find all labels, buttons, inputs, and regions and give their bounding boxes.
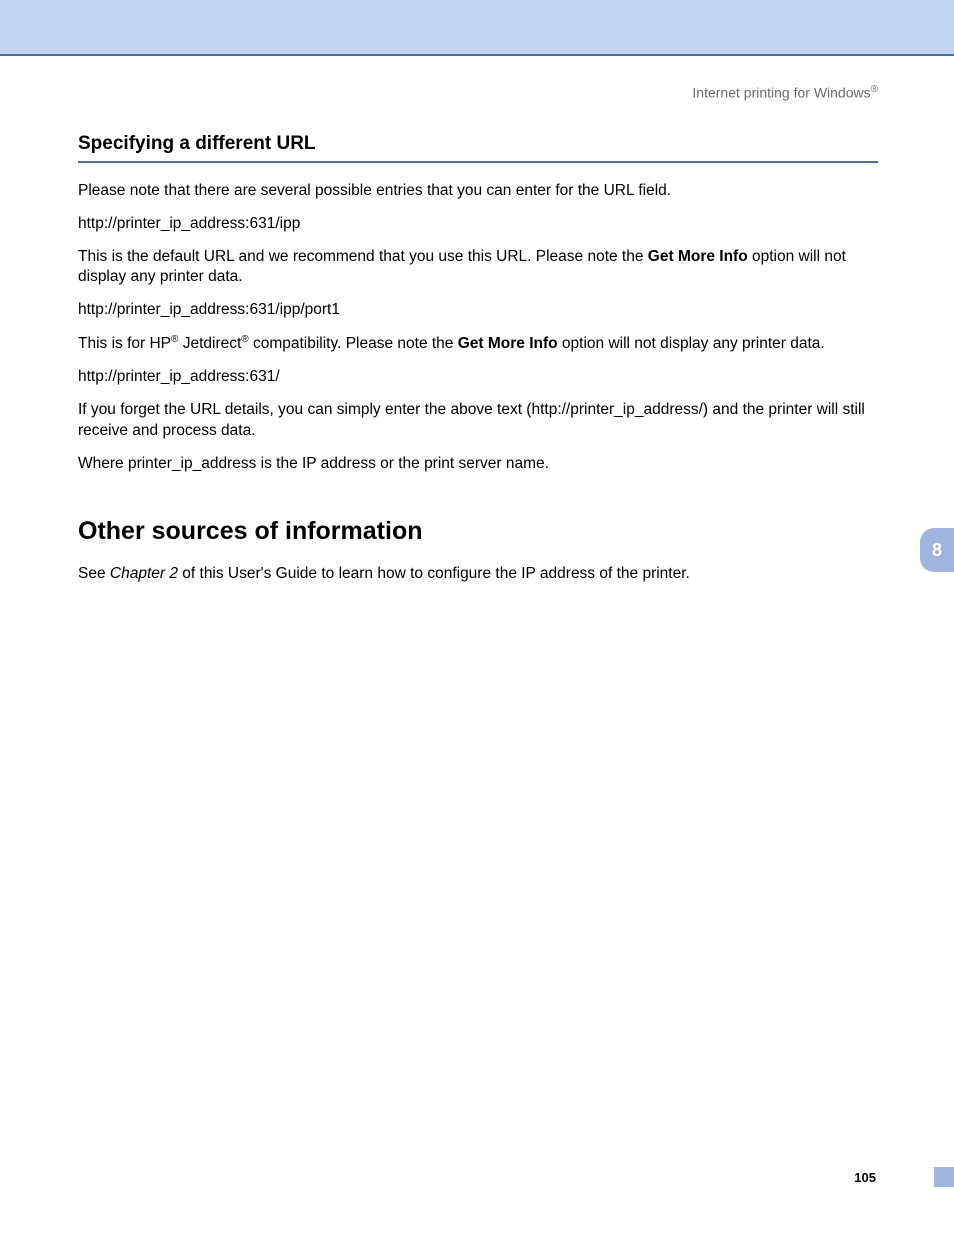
paragraph: Please note that there are several possi… bbox=[78, 181, 878, 202]
url-text: http://printer_ip_address:631/ipp bbox=[78, 214, 878, 235]
url-text: http://printer_ip_address:631/ipp/port1 bbox=[78, 300, 878, 321]
chapter-number: 8 bbox=[932, 540, 942, 561]
paragraph: This is for HP® Jetdirect® compatibility… bbox=[78, 333, 878, 355]
text: This is for HP bbox=[78, 335, 171, 352]
running-header: Internet printing for Windows® bbox=[0, 56, 954, 101]
page-content: Specifying a different URL Please note t… bbox=[0, 101, 954, 585]
text: Jetdirect bbox=[178, 335, 241, 352]
bold-text: Get More Info bbox=[458, 335, 558, 352]
url-text: http://printer_ip_address:631/ bbox=[78, 367, 878, 388]
text: See bbox=[78, 565, 110, 582]
paragraph: See Chapter 2 of this User's Guide to le… bbox=[78, 564, 878, 585]
top-bar bbox=[0, 0, 954, 56]
paragraph: This is the default URL and we recommend… bbox=[78, 247, 878, 289]
italic-text: Chapter 2 bbox=[110, 565, 178, 582]
text: of this User's Guide to learn how to con… bbox=[178, 565, 690, 582]
page-number: 105 bbox=[854, 1170, 876, 1185]
header-label: Internet printing for Windows bbox=[692, 85, 870, 101]
paragraph: If you forget the URL details, you can s… bbox=[78, 400, 878, 442]
text: compatibility. Please note the bbox=[249, 335, 458, 352]
text: This is the default URL and we recommend… bbox=[78, 248, 648, 265]
registered-icon: ® bbox=[871, 84, 878, 95]
registered-icon: ® bbox=[241, 334, 248, 345]
section-title: Specifying a different URL bbox=[78, 133, 878, 163]
main-heading: Other sources of information bbox=[78, 517, 878, 546]
footer-bar bbox=[934, 1167, 954, 1187]
paragraph: Where printer_ip_address is the IP addre… bbox=[78, 454, 878, 475]
text: option will not display any printer data… bbox=[558, 335, 825, 352]
bold-text: Get More Info bbox=[648, 248, 748, 265]
chapter-tab: 8 bbox=[920, 528, 954, 572]
